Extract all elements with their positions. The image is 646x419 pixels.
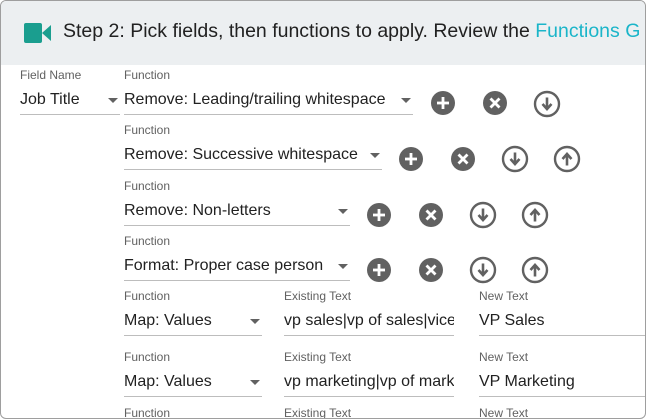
chevron-down-icon [250, 319, 260, 324]
function-label: Function [124, 406, 171, 419]
existing-text-value: vp sales|vp of sales|vice [284, 312, 454, 329]
add-circle-icon[interactable] [398, 146, 424, 172]
chevron-down-icon [250, 380, 260, 385]
field-name-value: Job Title [20, 91, 80, 108]
chevron-down-icon [338, 264, 348, 269]
step-header: Step 2: Pick fields, then functions to a… [1, 1, 645, 65]
existing-text-input[interactable]: vp marketing|vp of mark [284, 371, 454, 397]
window-frame: Step 2: Pick fields, then functions to a… [0, 0, 646, 419]
arrow-up-circle-icon[interactable] [521, 201, 549, 229]
function-value: Map: Values [124, 373, 212, 390]
existing-text-value: vp marketing|vp of mark [284, 373, 454, 390]
arrow-down-circle-icon[interactable] [501, 145, 529, 173]
function-label: Function [124, 68, 171, 82]
add-circle-icon[interactable] [430, 90, 456, 116]
remove-circle-icon[interactable] [418, 202, 444, 228]
functions-guide-link[interactable]: Functions G [535, 20, 640, 42]
new-text-label: New Text [479, 406, 529, 419]
new-text-value: VP Marketing [479, 373, 575, 390]
existing-text-label: Existing Text [284, 406, 352, 419]
function-value: Remove: Successive whitespace [124, 146, 358, 163]
function-label: Function [124, 123, 171, 137]
video-camera-icon [24, 23, 52, 43]
function-label: Function [124, 234, 171, 248]
arrow-up-circle-icon[interactable] [521, 256, 549, 284]
function-select[interactable]: Format: Proper case person [124, 255, 350, 281]
new-text-label: New Text [479, 289, 529, 303]
function-value: Remove: Non-letters [124, 202, 271, 219]
remove-circle-icon[interactable] [482, 90, 508, 116]
chevron-down-icon [370, 153, 380, 158]
function-label: Function [124, 350, 171, 364]
field-name-label: Field Name [20, 68, 82, 82]
existing-text-input[interactable]: vp sales|vp of sales|vice [284, 310, 454, 336]
chevron-down-icon [338, 209, 348, 214]
add-circle-icon[interactable] [366, 257, 392, 283]
function-select[interactable]: Remove: Successive whitespace [124, 144, 382, 170]
function-value: Remove: Leading/trailing whitespace [124, 91, 386, 108]
function-label: Function [124, 289, 171, 303]
function-label: Function [124, 179, 171, 193]
function-value: Map: Values [124, 312, 212, 329]
remove-circle-icon[interactable] [418, 257, 444, 283]
remove-circle-icon[interactable] [450, 146, 476, 172]
new-text-input[interactable]: VP Sales [479, 310, 645, 336]
arrow-down-circle-icon[interactable] [469, 201, 497, 229]
new-text-label: New Text [479, 350, 529, 364]
arrow-down-circle-icon[interactable] [469, 256, 497, 284]
field-name-select[interactable]: Job Title [20, 89, 120, 115]
add-circle-icon[interactable] [366, 202, 392, 228]
function-select[interactable]: Map: Values [124, 371, 262, 397]
existing-text-label: Existing Text [284, 350, 352, 364]
existing-text-label: Existing Text [284, 289, 352, 303]
arrow-down-circle-icon[interactable] [533, 90, 561, 118]
new-text-input[interactable]: VP Marketing [479, 371, 645, 397]
chevron-down-icon [108, 98, 118, 103]
function-select[interactable]: Remove: Leading/trailing whitespace [124, 89, 413, 115]
step-title-text: Step 2: Pick fields, then functions to a… [63, 20, 536, 42]
function-value: Format: Proper case person [124, 257, 324, 274]
function-select[interactable]: Remove: Non-letters [124, 200, 350, 226]
chevron-down-icon [401, 98, 411, 103]
function-select[interactable]: Map: Values [124, 310, 262, 336]
arrow-up-circle-icon[interactable] [553, 145, 581, 173]
new-text-value: VP Sales [479, 312, 545, 329]
step-title: Step 2: Pick fields, then functions to a… [63, 20, 640, 43]
